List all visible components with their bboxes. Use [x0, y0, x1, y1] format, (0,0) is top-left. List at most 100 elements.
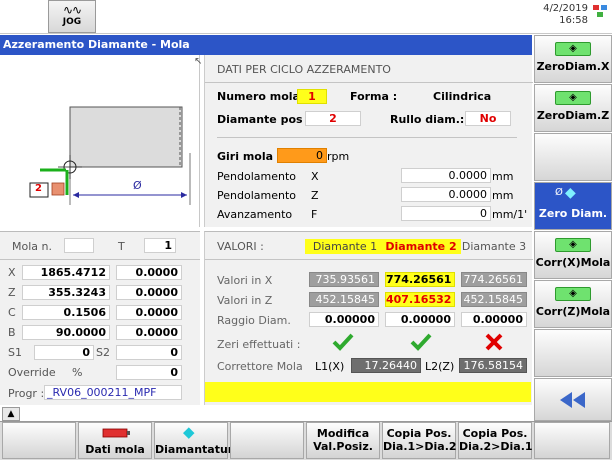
grinding-wheel-diagram: 2 Ø ↖ [0, 55, 203, 227]
diameter-symbol: Ø [133, 179, 142, 192]
diamantatura-button[interactable]: ◆ Diamantatura [154, 422, 241, 459]
axis-z-value: 355.3243 [22, 285, 110, 300]
softkey-empty-3[interactable] [534, 133, 612, 181]
rullo-label: Rullo diam.: [390, 113, 465, 126]
valori-z-dia1: 452.15845 [309, 292, 379, 307]
valori-x-dia3: 774.26561 [461, 272, 527, 287]
zero-icon: ◈ [555, 91, 591, 105]
valori-z-label: Valori in Z [217, 294, 273, 307]
button-label-line2: Dia.1>Dia.2 [383, 440, 457, 453]
jog-mode-button[interactable]: ∿∿ JOG [48, 0, 96, 33]
axis-x-name: X [8, 266, 16, 279]
tab-diamante-2[interactable]: Diamante 2 [381, 239, 461, 254]
valori-x-label: Valori in X [217, 274, 273, 287]
pendolamento-x-field[interactable]: 0.0000 [401, 168, 491, 183]
panel-title: DATI PER CICLO AZZERAMENTO [217, 63, 391, 76]
axis-x-extra: 0.0000 [116, 265, 182, 280]
pendolamento-z-label: Pendolamento [217, 189, 296, 202]
override-label: Override [8, 366, 56, 379]
rullo-field[interactable]: No [465, 111, 511, 126]
network-status-icon [593, 5, 607, 17]
l2-label: L2(Z) [425, 360, 455, 373]
button-label-line1: Modifica [316, 427, 370, 440]
diamond-holder [51, 182, 65, 196]
zeri-label: Zeri effettuati : [217, 338, 301, 351]
giri-mola-field[interactable]: 0 [277, 148, 327, 163]
button-label-line1: Copia Pos. [462, 427, 528, 440]
window-title: Azzeramento Diamante - Mola [0, 35, 532, 55]
axis-x-value: 1865.4712 [22, 265, 110, 280]
avanzamento-label: Avanzamento [217, 208, 293, 221]
valori-title: VALORI : [217, 240, 264, 253]
s1-label: S1 [8, 346, 22, 359]
bottom-softkey-4[interactable] [230, 422, 304, 459]
t-label: T [118, 240, 125, 253]
button-label-line1: Copia Pos. [386, 427, 452, 440]
valori-z-dia3: 452.15845 [461, 292, 527, 307]
softkey-back[interactable] [534, 378, 612, 421]
diamond-icon: ◆ [183, 423, 195, 441]
valori-x-dia1: 735.93561 [309, 272, 379, 287]
pendolamento-z-field[interactable]: 0.0000 [401, 187, 491, 202]
softkey-zero-diam-z[interactable]: ◈ ZeroDiam.Z [534, 84, 612, 132]
button-label-line2: Val.Posiz. [313, 440, 373, 453]
wheel-icon [102, 428, 130, 438]
numero-mola-label: Numero mola : [217, 90, 309, 103]
tab-diamante-3[interactable]: Diamante 3 [459, 239, 529, 254]
top-status-bar: ∿∿ JOG 4/2/2019 16:58 [0, 0, 612, 34]
pendolamento-z-unit: mm [492, 189, 514, 202]
diamond-icon: ◆ [565, 185, 576, 201]
zero-icon: ◈ [555, 287, 591, 301]
s1-value: 0 [34, 345, 94, 360]
axes-position-panel: Mola n. T 1 X 1865.4712 0.0000 Z 355.324… [0, 231, 200, 405]
avanzamento-field[interactable]: 0 [401, 206, 491, 221]
mola-n-label: Mola n. [12, 240, 52, 253]
copia-pos-dia1-dia2-button[interactable]: Copia Pos. Dia.1>Dia.2 [382, 422, 457, 459]
wheel-number-tag: 2 [35, 183, 42, 194]
avanzamento-axis: F [311, 208, 318, 221]
l1-label: L1(X) [315, 360, 345, 373]
pendolamento-z-axis: Z [311, 189, 319, 202]
softkey-empty-7[interactable] [534, 329, 612, 377]
progr-label: Progr : [8, 387, 45, 400]
softkey-corr-x-mola[interactable]: ◈ Corr(X)Mola [534, 231, 612, 279]
t-field[interactable]: 1 [144, 238, 176, 253]
tab-diamante-1[interactable]: Diamante 1 [305, 239, 385, 254]
mola-n-field[interactable] [64, 238, 94, 253]
scroll-up-button[interactable]: ▲ [2, 407, 20, 421]
double-left-arrow-icon [560, 392, 585, 408]
giri-mola-unit: rpm [327, 150, 350, 163]
forma-value: Cilindrica [433, 90, 492, 103]
diamante-pos-label: Diamante pos : [217, 113, 311, 126]
diamond-values-panel: VALORI : Diamante 1 Diamante 2 Diamante … [204, 231, 533, 405]
dati-mola-button[interactable]: Dati mola [78, 422, 152, 459]
cross-icon-dia3 [485, 333, 503, 351]
pendolamento-x-unit: mm [492, 170, 514, 183]
l2-value: 176.58154 [459, 358, 527, 373]
softkey-zero-diam[interactable]: Ø ◆ Zero Diam. [534, 182, 612, 230]
time-text: 16:58 [559, 15, 588, 26]
cursor-icon: ↖ [194, 56, 203, 67]
bottom-softkey-1[interactable] [2, 422, 76, 459]
override-unit: % [72, 366, 83, 379]
diamante-pos-field[interactable]: 2 [305, 111, 361, 126]
axis-b-name: B [8, 326, 16, 339]
raggio-dia3[interactable]: 0.00000 [461, 312, 527, 327]
raggio-dia2[interactable]: 0.00000 [385, 312, 455, 327]
check-icon-dia1 [332, 333, 354, 351]
softkey-zero-diam-x[interactable]: ◈ ZeroDiam.X [534, 35, 612, 83]
s2-label: S2 [96, 346, 110, 359]
pendolamento-x-label: Pendolamento [217, 170, 296, 183]
axis-c-value: 0.1506 [22, 305, 110, 320]
valori-z-dia2[interactable]: 407.16532 [385, 292, 455, 307]
numero-mola-field[interactable]: 1 [297, 89, 327, 104]
avanzamento-unit: mm/1' [492, 208, 528, 221]
zero-icon: ◈ [555, 238, 591, 252]
softkey-corr-z-mola[interactable]: ◈ Corr(Z)Mola [534, 280, 612, 328]
raggio-dia1[interactable]: 0.00000 [309, 312, 379, 327]
copia-pos-dia2-dia1-button[interactable]: Copia Pos. Dia.2>Dia.1 [458, 422, 533, 459]
modifica-val-posiz-button[interactable]: Modifica Val.Posiz. [306, 422, 380, 459]
bottom-softkey-8[interactable] [534, 422, 610, 459]
program-name[interactable]: _RV06_000211_MPF [44, 385, 182, 400]
valori-x-dia2[interactable]: 774.26561 [385, 272, 455, 287]
